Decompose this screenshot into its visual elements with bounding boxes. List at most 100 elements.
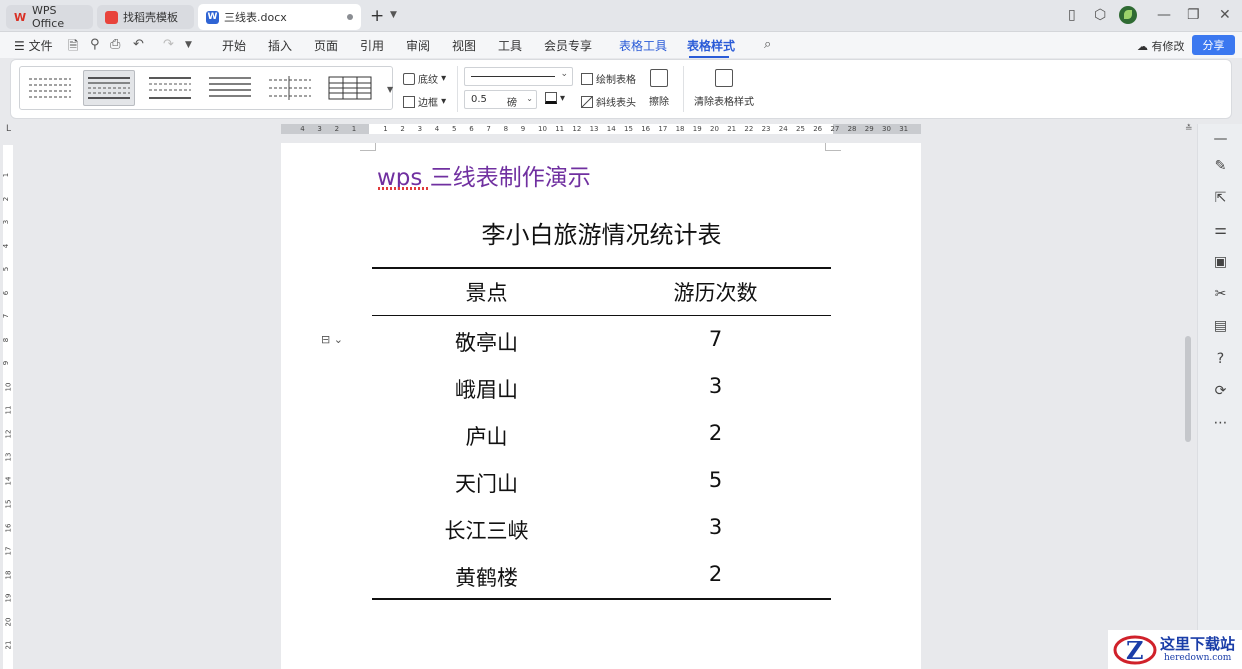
- scroll-up-icon[interactable]: ≛: [1185, 124, 1193, 134]
- adjust-icon[interactable]: ⚌: [1212, 221, 1229, 238]
- menu-view[interactable]: 视图: [452, 37, 476, 54]
- document-page[interactable]: wps 三线表制作演示 李小白旅游情况统计表 景点 游历次数 ⊟ ⌄ 敬亭山 7…: [281, 143, 921, 669]
- tab-document[interactable]: W 三线表.docx: [198, 4, 361, 30]
- menu-table-style[interactable]: 表格样式: [687, 37, 735, 54]
- table-title[interactable]: 李小白旅游情况统计表: [372, 215, 831, 250]
- tab-wps-office[interactable]: W WPS Office: [6, 4, 93, 30]
- tab-label: 三线表.docx: [224, 11, 287, 24]
- tab-docer-templates[interactable]: 找稻壳模板: [97, 5, 194, 29]
- ruler-number: 16: [4, 523, 13, 532]
- table-style-preview-icon: [29, 78, 71, 98]
- undo-icon[interactable]: ↶: [133, 37, 144, 52]
- quick-access-chevron-icon[interactable]: ▼: [185, 40, 192, 50]
- table-cell[interactable]: 敬亭山: [372, 327, 601, 357]
- ruler-number: 3: [417, 125, 423, 133]
- menu-member[interactable]: 会员专享: [544, 37, 592, 54]
- tab-label: 找稻壳模板: [123, 11, 178, 24]
- image-edit-icon[interactable]: ▣: [1212, 253, 1229, 270]
- tab-list-chevron-icon[interactable]: ▼: [390, 10, 397, 20]
- minimize-icon[interactable]: —: [1157, 7, 1171, 23]
- vertical-ruler[interactable]: 1 2 3 4 5 6 7 8 9 10 11 12 13 14 15 16 17 18 19 20 21: [2, 145, 13, 669]
- menu-page[interactable]: 页面: [314, 37, 338, 54]
- file-menu-label: 文件: [28, 39, 53, 53]
- ruler-number: 24: [778, 125, 788, 133]
- watermark-title: 这里下载站: [1160, 635, 1236, 653]
- unsaved-dot-icon[interactable]: [347, 14, 353, 20]
- new-tab-plus-icon[interactable]: +: [370, 6, 384, 26]
- table-cell[interactable]: 长江三峡: [372, 515, 601, 545]
- clear-table-style-button[interactable]: 清除表格样式: [694, 69, 754, 108]
- erase-button[interactable]: 擦除: [649, 69, 669, 108]
- ruler-corner-tab-icon[interactable]: L: [6, 124, 11, 134]
- sync-icon[interactable]: ⟳: [1212, 382, 1229, 399]
- edit-status[interactable]: ☁ 有修改: [1137, 38, 1185, 54]
- save-icon[interactable]: 🗎: [68, 37, 78, 59]
- collapse-icon[interactable]: —: [1212, 130, 1229, 147]
- line-style-select[interactable]: ⌄: [464, 67, 573, 86]
- table-style-option[interactable]: [324, 70, 376, 106]
- table-cell[interactable]: 2: [601, 562, 830, 586]
- avatar[interactable]: [1119, 6, 1137, 24]
- gallery-more-chevron-icon[interactable]: ▼: [387, 85, 393, 94]
- link-icon[interactable]: ⚲: [90, 37, 100, 52]
- restore-icon[interactable]: ❐: [1187, 7, 1200, 23]
- close-icon[interactable]: ✕: [1219, 7, 1231, 23]
- table-style-option[interactable]: [204, 70, 256, 106]
- print-preview-icon[interactable]: ⎙: [110, 37, 120, 52]
- table-style-option[interactable]: [144, 70, 196, 106]
- ruler-number: 21: [727, 125, 737, 133]
- ruler-number: 7: [486, 125, 491, 133]
- ruler-number: 31: [899, 125, 909, 133]
- wps-logo-icon: W: [14, 10, 27, 24]
- menu-reference[interactable]: 引用: [360, 37, 384, 54]
- horizontal-ruler[interactable]: 4 3 2 1 1 2 3 4 5 6 7 8 9 10 11 12 13 14 15 16 17 18 19 20 21 22 2…: [281, 124, 921, 134]
- search-icon[interactable]: ⌕: [764, 37, 771, 52]
- more-icon[interactable]: ⋯: [1212, 414, 1229, 431]
- menu-table-tools[interactable]: 表格工具: [619, 37, 667, 54]
- menu-tools[interactable]: 工具: [498, 37, 522, 54]
- vertical-scrollbar-thumb[interactable]: [1185, 336, 1191, 442]
- table-header-cell[interactable]: 景点: [372, 277, 601, 307]
- table-cell[interactable]: 3: [601, 374, 830, 398]
- watermark-url: heredown.com: [1164, 653, 1232, 663]
- chevron-down-icon: ⌄: [526, 94, 533, 103]
- table-row-handle-icon[interactable]: ⊟ ⌄: [321, 333, 343, 346]
- table-header-cell[interactable]: 游历次数: [601, 277, 830, 307]
- pen-color-button[interactable]: ▾: [545, 92, 565, 104]
- border-button[interactable]: 边框 ▾: [403, 94, 446, 109]
- file-menu[interactable]: ☰ 文件: [14, 37, 53, 54]
- ruler-number: 21: [4, 640, 13, 650]
- tools-icon[interactable]: ✂: [1212, 285, 1229, 302]
- table-cell[interactable]: 3: [601, 515, 830, 539]
- draw-table-button[interactable]: 绘制表格: [581, 71, 636, 86]
- table-cell[interactable]: 2: [601, 421, 830, 445]
- pen-color-icon: [545, 92, 557, 104]
- layout-icon[interactable]: ▯: [1068, 7, 1076, 23]
- ruler-number: 18: [675, 125, 685, 133]
- select-cursor-icon[interactable]: ⇱: [1212, 189, 1229, 206]
- redo-icon[interactable]: ↷: [163, 37, 174, 52]
- menu-insert[interactable]: 插入: [268, 37, 292, 54]
- diagonal-header-button[interactable]: 斜线表头: [581, 94, 636, 109]
- share-button[interactable]: 分享: [1192, 35, 1235, 55]
- table-style-option-selected[interactable]: [83, 70, 135, 106]
- table-style-option[interactable]: [264, 70, 316, 106]
- menu-start[interactable]: 开始: [222, 37, 246, 54]
- table-cell[interactable]: 黄鹤楼: [372, 562, 601, 592]
- chevron-down-icon: ⌄: [560, 69, 568, 79]
- table-cell[interactable]: 峨眉山: [372, 374, 601, 404]
- table-cell[interactable]: 庐山: [372, 421, 601, 451]
- table-cell[interactable]: 7: [601, 327, 830, 351]
- help-icon[interactable]: ?: [1212, 350, 1229, 367]
- ruler-number: 12: [572, 125, 582, 133]
- table-cell[interactable]: 5: [601, 468, 830, 492]
- line-width-select[interactable]: 0.5 磅 ⌄: [464, 90, 537, 109]
- shading-button[interactable]: 底纹 ▾: [403, 71, 446, 86]
- table-cell[interactable]: 天门山: [372, 468, 601, 498]
- table-style-option[interactable]: [24, 70, 76, 106]
- cube-icon[interactable]: ⬡: [1094, 7, 1106, 23]
- book-icon[interactable]: ▤: [1212, 317, 1229, 334]
- pen-icon[interactable]: ✎: [1212, 157, 1229, 174]
- menu-review[interactable]: 审阅: [406, 37, 430, 54]
- ruler-number: 28: [847, 125, 857, 133]
